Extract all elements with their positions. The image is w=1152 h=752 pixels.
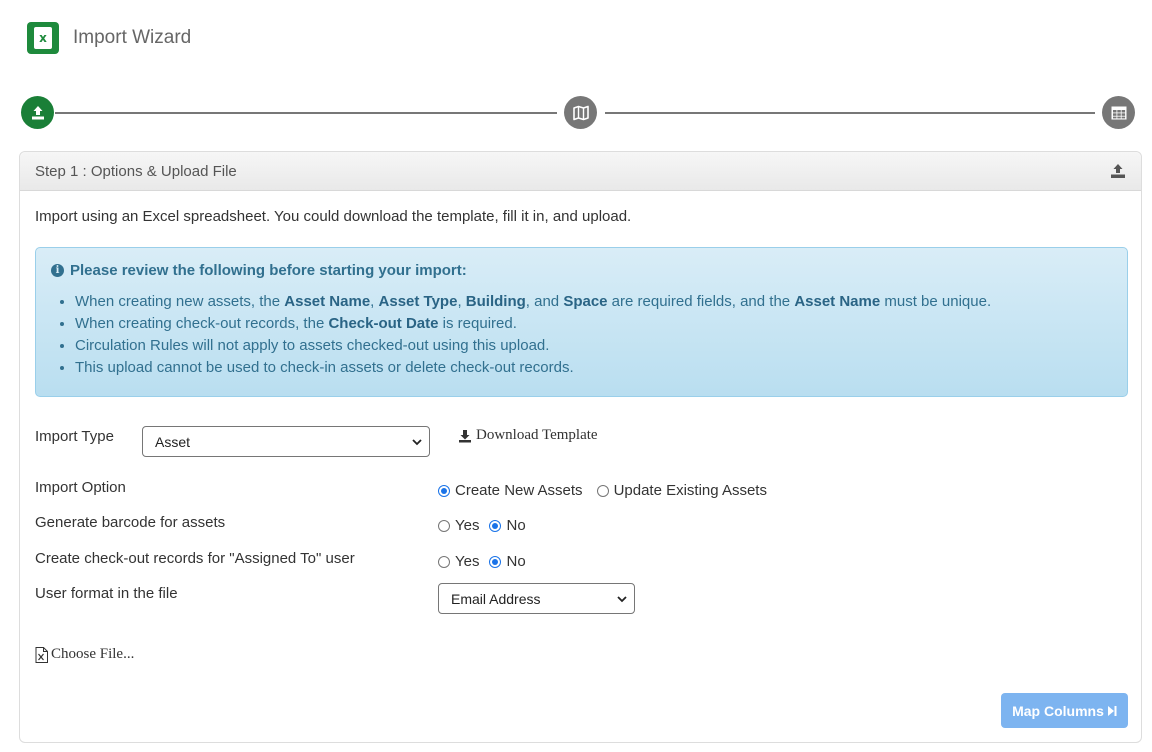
checkout-no-option[interactable]: No bbox=[489, 553, 526, 570]
download-icon bbox=[459, 429, 471, 442]
radio-update-existing[interactable] bbox=[596, 484, 609, 497]
excel-icon: x bbox=[27, 22, 59, 54]
radio-checkout-yes[interactable] bbox=[438, 555, 450, 568]
app-header: x Import Wizard bbox=[27, 21, 191, 55]
chevron-down-icon bbox=[617, 595, 627, 602]
list-item: When creating check-out records, the Che… bbox=[75, 313, 1112, 335]
barcode-no-option[interactable]: No bbox=[489, 517, 526, 534]
info-alert: i Please review the following before sta… bbox=[35, 247, 1128, 397]
checkout-group: Yes No bbox=[438, 553, 540, 570]
panel-title: Step 1 : Options & Upload File bbox=[35, 162, 237, 180]
choose-file-label: Choose File... bbox=[51, 646, 135, 662]
choose-file-button[interactable]: Choose File... bbox=[35, 646, 134, 663]
barcode-yes-option[interactable]: Yes bbox=[438, 517, 479, 534]
radio-barcode-yes[interactable] bbox=[438, 519, 450, 532]
user-format-value: Email Address bbox=[451, 590, 541, 607]
page-title: Import Wizard bbox=[73, 27, 192, 48]
radio-checkout-no[interactable] bbox=[489, 555, 502, 568]
barcode-group: Yes No bbox=[438, 517, 540, 534]
list-item: This upload cannot be used to check-in a… bbox=[75, 357, 1112, 379]
step-connector bbox=[605, 112, 1095, 114]
import-option-group: Create New Assets Update Existing Assets bbox=[438, 482, 781, 499]
checkout-yes-option[interactable]: Yes bbox=[438, 553, 479, 570]
create-new-assets-option[interactable]: Create New Assets bbox=[438, 482, 583, 499]
map-columns-button[interactable]: Map Columns bbox=[1001, 693, 1128, 728]
upload-icon bbox=[31, 105, 44, 119]
barcode-label: Generate barcode for assets bbox=[35, 514, 226, 531]
user-format-select[interactable]: Email Address bbox=[438, 583, 635, 614]
step-review[interactable] bbox=[1102, 96, 1135, 129]
info-icon: i bbox=[51, 264, 64, 277]
step-connector bbox=[55, 112, 557, 114]
download-template-label: Download Template bbox=[476, 427, 598, 443]
update-existing-assets-option[interactable]: Update Existing Assets bbox=[596, 482, 767, 499]
import-type-select[interactable]: Asset bbox=[142, 426, 430, 457]
chevron-down-icon bbox=[412, 438, 422, 445]
download-template-link[interactable]: Download Template bbox=[458, 427, 598, 444]
step-forward-icon bbox=[1107, 705, 1117, 716]
step-map-columns[interactable] bbox=[564, 96, 597, 129]
panel-heading: Step 1 : Options & Upload File bbox=[20, 152, 1141, 191]
list-item: Circulation Rules will not apply to asse… bbox=[75, 335, 1112, 357]
alert-title: i Please review the following before sta… bbox=[51, 262, 1112, 279]
wizard-stepper bbox=[21, 96, 1135, 130]
map-icon bbox=[572, 105, 589, 120]
intro-text: Import using an Excel spreadsheet. You c… bbox=[35, 208, 632, 225]
radio-create-new[interactable] bbox=[438, 484, 450, 497]
upload-icon[interactable] bbox=[1109, 162, 1127, 180]
step-panel: Step 1 : Options & Upload File Import us… bbox=[19, 151, 1142, 743]
table-icon bbox=[1111, 106, 1126, 119]
map-columns-label: Map Columns bbox=[1012, 702, 1104, 719]
excel-icon-glyph: x bbox=[34, 27, 52, 49]
list-item: When creating new assets, the Asset Name… bbox=[75, 291, 1112, 313]
excel-file-icon bbox=[35, 646, 48, 663]
step-upload[interactable] bbox=[21, 96, 54, 129]
import-option-label: Import Option bbox=[35, 479, 126, 496]
radio-barcode-no[interactable] bbox=[489, 519, 502, 532]
user-format-label: User format in the file bbox=[35, 585, 178, 602]
checkout-label: Create check-out records for "Assigned T… bbox=[35, 550, 355, 567]
import-type-value: Asset bbox=[155, 433, 191, 450]
alert-list: When creating new assets, the Asset Name… bbox=[51, 291, 1112, 379]
import-type-label: Import Type bbox=[35, 428, 114, 445]
alert-title-text: Please review the following before start… bbox=[70, 262, 467, 279]
